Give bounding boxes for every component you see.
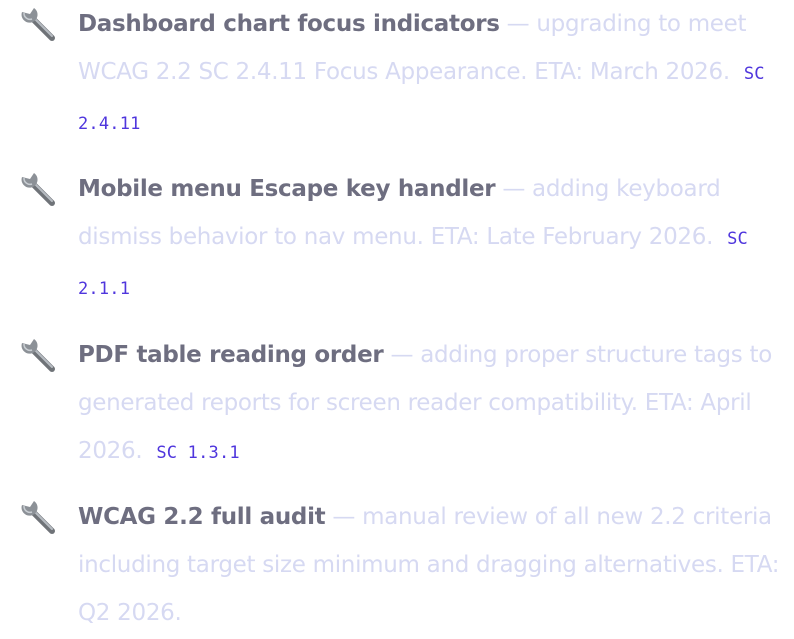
item-separator: — <box>495 176 533 202</box>
sc-badge: SC 1.3.1 <box>156 443 240 463</box>
item-title: PDF table reading order <box>78 342 384 368</box>
list-item-text: Dashboard chart focus indicators — upgra… <box>78 0 783 148</box>
item-title: Mobile menu Escape key handler <box>78 176 496 202</box>
item-separator: — <box>499 11 537 37</box>
item-separator: — <box>325 504 363 530</box>
list-item-text: PDF table reading order — adding proper … <box>78 331 783 477</box>
wrench-icon <box>21 8 55 41</box>
wrench-icon <box>21 339 55 372</box>
wrench-icon <box>21 501 55 534</box>
list-item-text: WCAG 2.2 full audit — manual review of a… <box>78 493 783 637</box>
item-separator: — <box>383 342 421 368</box>
wrench-icon <box>21 173 55 206</box>
list-item-text: Mobile menu Escape key handler — adding … <box>78 165 783 313</box>
item-title: Dashboard chart focus indicators <box>78 11 500 37</box>
item-title: WCAG 2.2 full audit <box>78 504 326 530</box>
